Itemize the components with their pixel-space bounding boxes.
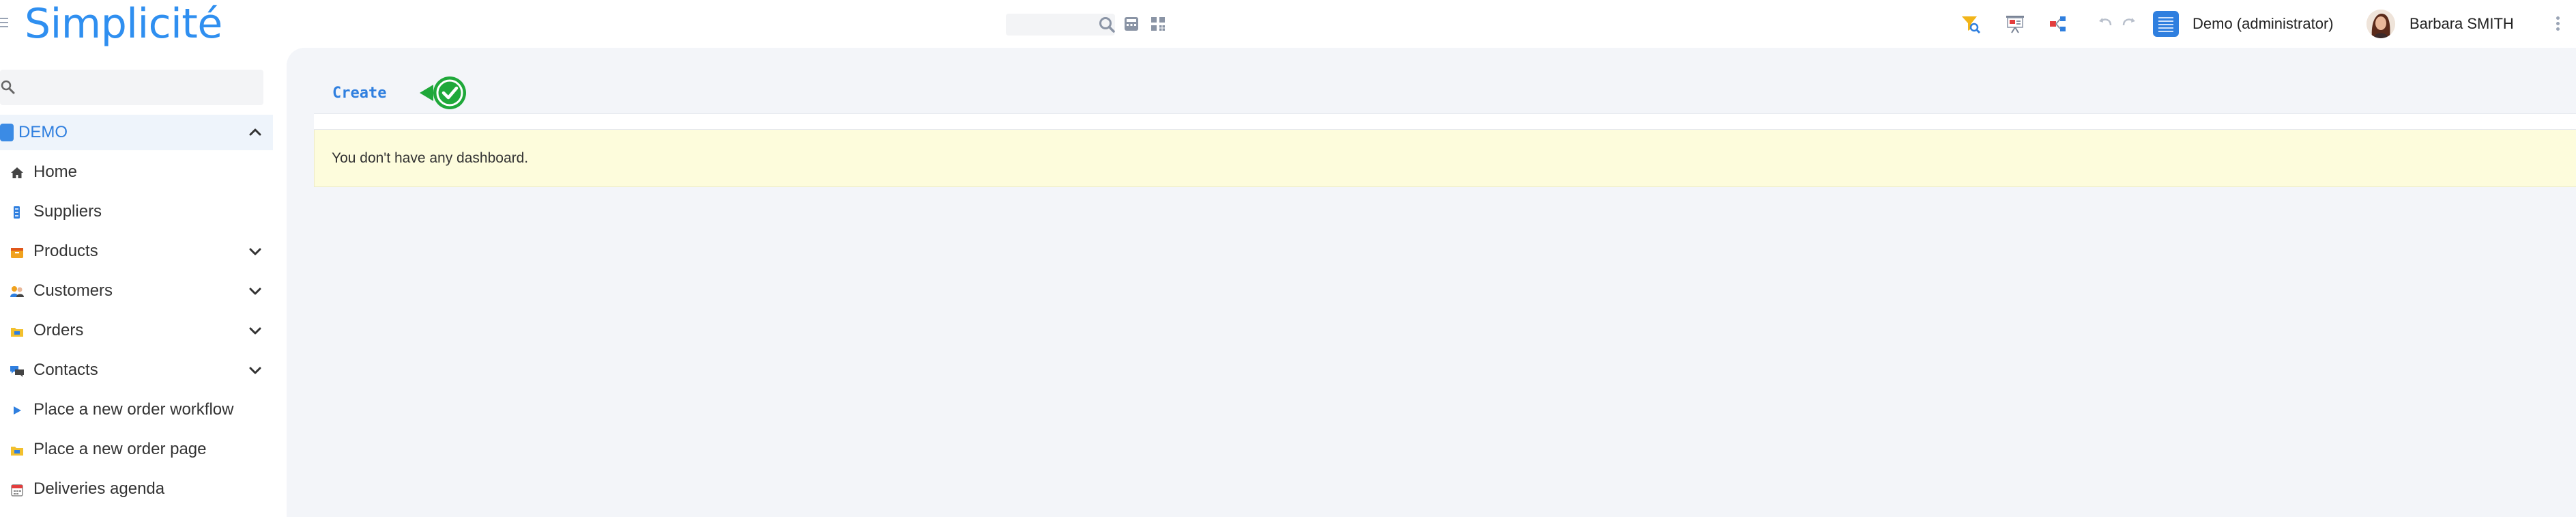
chevron-down-icon[interactable] [247,322,263,339]
sidebar: DEMO Home Suppliers Products Customers O… [0,48,287,517]
menu-icon[interactable] [0,18,8,27]
module-icon [0,124,14,141]
top-header: Simplicité Demo (administrator) Barbara … [0,0,2576,48]
presentation-icon[interactable] [2005,14,2025,34]
sidebar-item-label: Home [33,163,78,181]
module-demo[interactable]: DEMO [0,115,273,150]
chevron-up-icon[interactable] [247,124,263,141]
grid-icon[interactable] [1149,15,1167,33]
chevron-down-icon[interactable] [247,243,263,260]
sidebar-item-suppliers[interactable]: Suppliers [0,194,273,229]
orders-folder-icon [10,324,25,339]
orders-folder-icon [10,443,25,458]
calculator-icon[interactable] [1123,15,1140,33]
sidebar-item-label: Place a new order workflow [33,400,234,419]
undo-icon[interactable] [2097,15,2113,31]
calendar-icon [10,482,25,497]
create-button[interactable]: Create [332,85,386,102]
sidebar-item-contacts[interactable]: Contacts [0,352,273,388]
sidebar-item-label: Orders [33,321,84,339]
notice-text: You don't have any dashboard. [332,150,529,166]
chevron-down-icon[interactable] [247,283,263,299]
sidebar-item-place-order-page[interactable]: Place a new order page [0,432,273,467]
success-check-icon [418,73,466,113]
chevron-down-icon[interactable] [247,362,263,378]
sidebar-item-products[interactable]: Products [0,234,273,269]
home-icon [10,165,25,180]
module-label: DEMO [18,123,68,141]
sidebar-item-customers[interactable]: Customers [0,273,273,309]
search-icon [0,79,15,94]
sidebar-item-orders[interactable]: Orders [0,313,273,348]
play-icon [10,403,25,418]
filter-search-icon[interactable] [1960,14,1981,34]
redo-icon[interactable] [2121,15,2137,31]
sidebar-item-deliveries-agenda[interactable]: Deliveries agenda [0,471,273,507]
search-icon[interactable] [1097,15,1116,34]
sidebar-item-label: Deliveries agenda [33,479,165,498]
supplier-icon [10,205,25,220]
scope-icon[interactable] [2153,11,2179,37]
sidebar-item-label: Products [33,242,98,260]
dashboard-toolbar [314,113,2576,130]
sidebar-item-place-order-workflow[interactable]: Place a new order workflow [0,392,273,428]
customers-icon [10,284,25,299]
sidebar-item-label: Contacts [33,361,98,379]
sidebar-item-label: Suppliers [33,202,102,221]
product-box-icon [10,244,25,260]
scope-label[interactable]: Demo (administrator) [2193,15,2334,33]
sidebar-item-home[interactable]: Home [0,154,273,190]
main-content: Create You don't have any dashboard. [287,48,2576,517]
app-logo[interactable]: Simplicité [25,0,222,48]
sidebar-item-label: Place a new order page [33,440,207,458]
user-name[interactable]: Barbara SMITH [2409,15,2514,33]
user-avatar[interactable] [2367,10,2395,38]
contacts-chat-icon [10,363,25,378]
share-nodes-icon[interactable] [2048,14,2068,34]
more-vertical-icon[interactable] [2556,16,2560,33]
sidebar-search-input[interactable] [0,70,263,105]
sidebar-item-label: Customers [33,281,113,300]
empty-dashboard-notice: You don't have any dashboard. [314,130,2576,187]
